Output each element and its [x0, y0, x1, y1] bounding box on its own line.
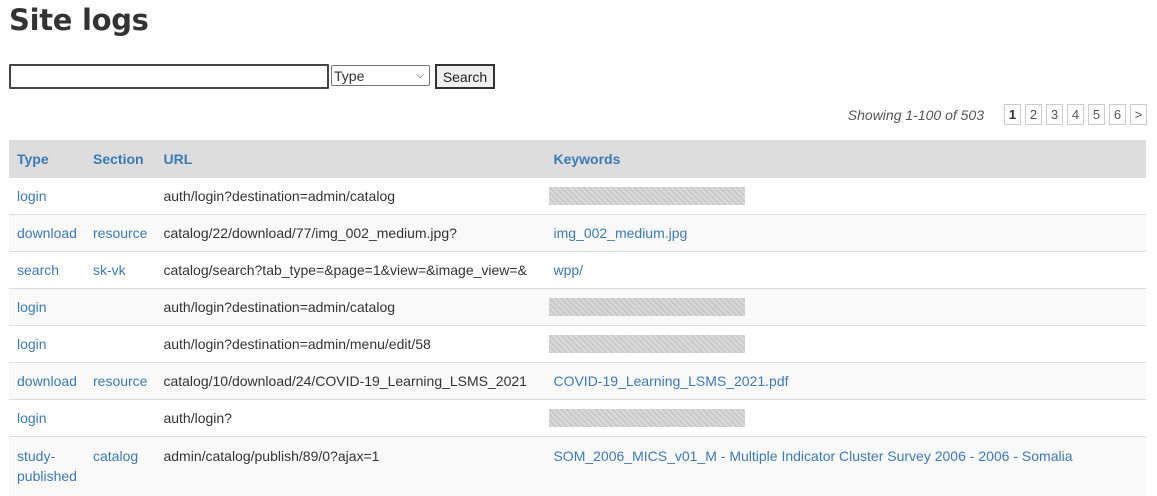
redacted-keywords: [549, 409, 745, 427]
col-header-keywords[interactable]: Keywords: [545, 140, 1146, 178]
log-section-link[interactable]: [85, 400, 155, 437]
log-keywords-link[interactable]: img_002_medium.jpg: [545, 215, 1146, 252]
log-type-link[interactable]: login: [9, 400, 85, 437]
log-url: catalog/search?tab_type=&page=1&view=&im…: [155, 252, 545, 289]
table-row: search sk-vk catalog/search?tab_type=&pa…: [9, 252, 1146, 289]
redacted-keywords: [549, 335, 745, 353]
log-section-link[interactable]: resource: [85, 363, 155, 400]
table-row: download resource catalog/10/download/24…: [9, 363, 1146, 400]
log-keywords-link[interactable]: COVID-19_Learning_LSMS_2021.pdf: [545, 363, 1146, 400]
logs-table: Type Section URL Keywords login auth/log…: [9, 140, 1146, 496]
page-link-1[interactable]: 1: [1004, 104, 1021, 125]
log-section-link[interactable]: [85, 326, 155, 363]
table-row: study-published catalog admin/catalog/pu…: [9, 437, 1146, 496]
table-row: download resource catalog/22/download/77…: [9, 215, 1146, 252]
log-section-link[interactable]: catalog: [85, 437, 155, 496]
table-row: login auth/login?destination=admin/catal…: [9, 289, 1146, 326]
log-keywords-cell: [545, 289, 1146, 326]
log-section-link[interactable]: sk-vk: [85, 252, 155, 289]
log-url: auth/login?: [155, 400, 545, 437]
log-keywords-link[interactable]: SOM_2006_MICS_v01_M - Multiple Indicator…: [545, 437, 1146, 496]
col-header-type[interactable]: Type: [9, 140, 85, 178]
log-type-link[interactable]: search: [9, 252, 85, 289]
results-count: Showing 1-100 of 503: [848, 107, 984, 123]
log-url: admin/catalog/publish/89/0?ajax=1: [155, 437, 545, 496]
log-type-link[interactable]: download: [9, 215, 85, 252]
page-link-2[interactable]: 2: [1025, 104, 1042, 125]
log-url: auth/login?destination=admin/catalog: [155, 178, 545, 215]
log-keywords-cell: [545, 400, 1146, 437]
page-link-6[interactable]: 6: [1109, 104, 1126, 125]
chevron-down-icon: ⌵: [416, 70, 424, 81]
log-keywords-cell: [545, 326, 1146, 363]
page-link-3[interactable]: 3: [1046, 104, 1063, 125]
log-type-link[interactable]: login: [9, 326, 85, 363]
log-url: catalog/10/download/24/COVID-19_Learning…: [155, 363, 545, 400]
redacted-keywords: [549, 298, 745, 316]
search-input[interactable]: [9, 64, 329, 89]
table-row: login auth/login?destination=admin/menu/…: [9, 326, 1146, 363]
col-header-url[interactable]: URL: [155, 140, 545, 178]
table-row: login auth/login?destination=admin/catal…: [9, 178, 1146, 215]
log-url: catalog/22/download/77/img_002_medium.jp…: [155, 215, 545, 252]
log-url: auth/login?destination=admin/menu/edit/5…: [155, 326, 545, 363]
search-button[interactable]: Search: [435, 64, 495, 89]
log-keywords-cell: [545, 178, 1146, 215]
log-url: auth/login?destination=admin/catalog: [155, 289, 545, 326]
table-row: login auth/login?: [9, 400, 1146, 437]
log-type-link[interactable]: study-published: [9, 437, 85, 496]
page-title: Site logs: [9, 0, 149, 40]
log-type-link[interactable]: login: [9, 178, 85, 215]
next-page-link[interactable]: >: [1130, 104, 1147, 125]
log-keywords-link[interactable]: wpp/: [545, 252, 1146, 289]
page-link-5[interactable]: 5: [1088, 104, 1105, 125]
type-select-value: Type: [334, 68, 364, 84]
page-link-4[interactable]: 4: [1067, 104, 1084, 125]
redacted-keywords: [549, 187, 745, 205]
col-header-section[interactable]: Section: [85, 140, 155, 178]
table-header-row: Type Section URL Keywords: [9, 140, 1146, 178]
log-type-link[interactable]: login: [9, 289, 85, 326]
type-select[interactable]: Type ⌵: [331, 65, 430, 86]
pagination: Showing 1-100 of 503 1 2 3 4 5 6 >: [848, 104, 1147, 125]
log-section-link[interactable]: [85, 178, 155, 215]
log-section-link[interactable]: [85, 289, 155, 326]
log-type-link[interactable]: download: [9, 363, 85, 400]
log-section-link[interactable]: resource: [85, 215, 155, 252]
